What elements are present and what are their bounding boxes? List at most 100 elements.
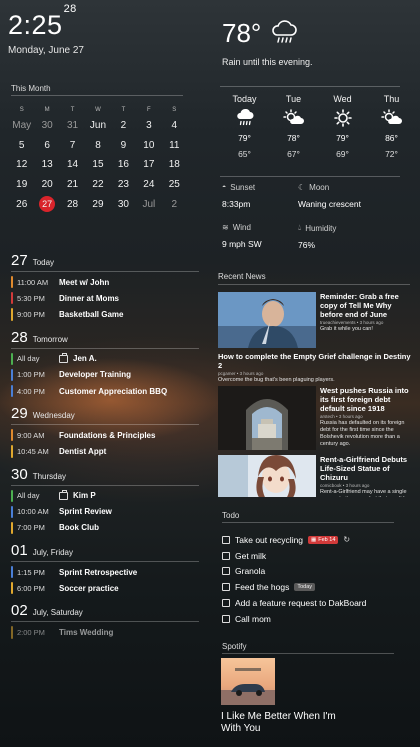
event-name: Dinner at Moms [59, 293, 120, 303]
calendar-day[interactable]: 22 [85, 175, 110, 195]
calendar-day[interactable]: 31 [60, 116, 85, 136]
calendar-day[interactable]: 9 [111, 136, 136, 156]
agenda-event[interactable]: 1:15 PM Sprint Retrospective [11, 564, 199, 580]
news-item[interactable]: How to complete the Empty Grief challeng… [218, 352, 416, 384]
todo-checkbox[interactable] [222, 583, 230, 592]
calendar-day[interactable]: 10 [136, 136, 161, 156]
todo-checkbox[interactable] [222, 599, 230, 608]
agenda-event[interactable]: 9:00 PM Basketball Game [11, 306, 199, 322]
weekday-label: W [95, 107, 101, 113]
event-color-bar [11, 292, 13, 305]
calendar-day-number: 31 [67, 120, 79, 131]
humidity-label: Humidity [305, 223, 337, 233]
calendar-day[interactable]: 18 [162, 155, 187, 175]
calendar-day[interactable]: 15 [85, 155, 110, 175]
calendar-day[interactable]: 23 [111, 175, 136, 195]
agenda-day-label: July, Friday [32, 548, 73, 558]
agenda-day-label: Wednesday [32, 411, 75, 421]
humidity-value: 76% [298, 240, 316, 250]
calendar-day[interactable]: 20 [34, 175, 59, 195]
event-time: 6:00 PM [17, 583, 45, 593]
news-item[interactable]: Rent-a-Girlfriend Debuts Life-Sized Stat… [218, 455, 416, 497]
calendar-day[interactable]: 19 [9, 175, 34, 195]
agenda-day-label: Today [32, 258, 55, 267]
calendar-day[interactable]: 13 [34, 155, 59, 175]
todo-title: Todo [222, 511, 240, 520]
agenda-event[interactable]: 10:45 AM Dentist Appt [11, 443, 199, 459]
rain-cloud-icon [270, 20, 298, 51]
calendar-day[interactable]: 2 [162, 195, 187, 215]
calendar-day[interactable]: 29 [85, 195, 110, 215]
calendar-day-today[interactable]: 27 [34, 195, 59, 215]
agenda-event[interactable]: All day Jen A. [11, 351, 199, 367]
calendar-day[interactable]: 8 [85, 136, 110, 156]
calendar-day[interactable]: 26 [9, 195, 34, 215]
event-time: 9:00 PM [17, 309, 45, 319]
weather-details-divider [220, 176, 400, 177]
news-source: arstech • 3 hours ago [320, 414, 363, 419]
todo-item[interactable]: Call mom [222, 611, 412, 627]
album-art[interactable] [221, 658, 275, 705]
wind-stat: ≋ Wind 9 mph SW [222, 223, 262, 249]
agenda-day-number: 30 [11, 465, 28, 483]
event-color-bar [11, 521, 13, 535]
calendar-day[interactable]: 7 [60, 136, 85, 156]
agenda-event[interactable]: 2:00 PM Tims Wedding [11, 624, 199, 640]
forecast-low: 72° [385, 149, 398, 159]
calendar-day[interactable]: Jul [136, 195, 161, 215]
agenda-event[interactable]: 11:00 AM Meet w/ John [11, 274, 199, 290]
calendar-day[interactable]: May [9, 116, 34, 136]
todo-checkbox[interactable] [222, 614, 230, 623]
todo-checkbox[interactable] [222, 567, 230, 576]
calendar-day[interactable]: 28 [60, 195, 85, 215]
agenda-day-number: 28 [11, 328, 28, 346]
agenda-event[interactable]: 10:00 AM Sprint Review [11, 504, 199, 520]
agenda-event[interactable]: 9:00 AM Foundations & Principles [11, 427, 199, 443]
calendar-day[interactable]: Jun [85, 116, 110, 136]
calendar-day[interactable]: 30 [111, 195, 136, 215]
calendar-day[interactable]: 30 [34, 116, 59, 136]
calendar-day[interactable]: 24 [136, 175, 161, 195]
todo-checkbox[interactable] [222, 551, 230, 560]
calendar-day[interactable]: 14 [60, 155, 85, 175]
news-item[interactable]: West pushes Russia into its first foreig… [218, 386, 416, 455]
todo-item[interactable]: Get milk [222, 548, 412, 564]
event-name: Tims Wedding [59, 628, 114, 638]
current-date: Monday, June 27 [8, 45, 84, 56]
todo-item[interactable]: Add a feature request to DakBoard [222, 595, 412, 611]
event-color-bar [11, 582, 13, 595]
calendar-day[interactable]: 4 [162, 116, 187, 136]
event-name: Developer Training [59, 370, 132, 380]
todo-item[interactable]: Feed the hogs Today [222, 579, 412, 595]
event-name: Soccer practice [59, 583, 119, 593]
due-date-text: Today [297, 584, 313, 591]
calendar-day[interactable]: 6 [34, 136, 59, 156]
calendar-day[interactable]: 21 [60, 175, 85, 195]
calendar-day[interactable]: 25 [162, 175, 187, 195]
agenda-event[interactable]: 1:00 PM Developer Training [11, 367, 199, 383]
calendar-day-number: 6 [44, 139, 50, 151]
event-color-bar [11, 489, 13, 502]
news-headline: Rent-a-Girlfriend Debuts Life-Sized Stat… [320, 455, 408, 482]
agenda-event[interactable]: 6:00 PM Soccer practice [11, 580, 199, 596]
todo-item[interactable]: Take out recycling ▦ Feb 14 ↻ [222, 532, 412, 548]
calendar-day[interactable]: 16 [111, 155, 136, 175]
news-summary: Russia has defaulted on its foreign debt… [320, 420, 405, 447]
calendar-day[interactable]: 3 [136, 116, 161, 136]
todo-item[interactable]: Granola [222, 564, 412, 580]
calendar-day[interactable]: 2 [111, 116, 136, 136]
agenda-event[interactable]: 4:00 PM Customer Appreciation BBQ [11, 383, 199, 399]
agenda-event[interactable]: 5:30 PM Dinner at Moms [11, 290, 199, 306]
agenda-event[interactable]: 7:00 PM Book Club [11, 520, 199, 536]
calendar-day-number: 29 [92, 198, 104, 210]
news-item[interactable]: Reminder: Grab a free copy of Tell Me Wh… [218, 292, 416, 353]
calendar-day[interactable]: 5 [9, 136, 34, 156]
event-color-bar [11, 445, 13, 458]
todo-checkbox[interactable] [222, 535, 230, 544]
calendar-day[interactable]: 12 [9, 155, 34, 175]
weekday-label: S [172, 107, 177, 113]
agenda-event[interactable]: All day Kim P [11, 488, 199, 504]
calendar-day[interactable]: 11 [162, 136, 187, 156]
forecast-day: Thu 86° 72° [367, 92, 416, 162]
calendar-day[interactable]: 17 [136, 155, 161, 175]
